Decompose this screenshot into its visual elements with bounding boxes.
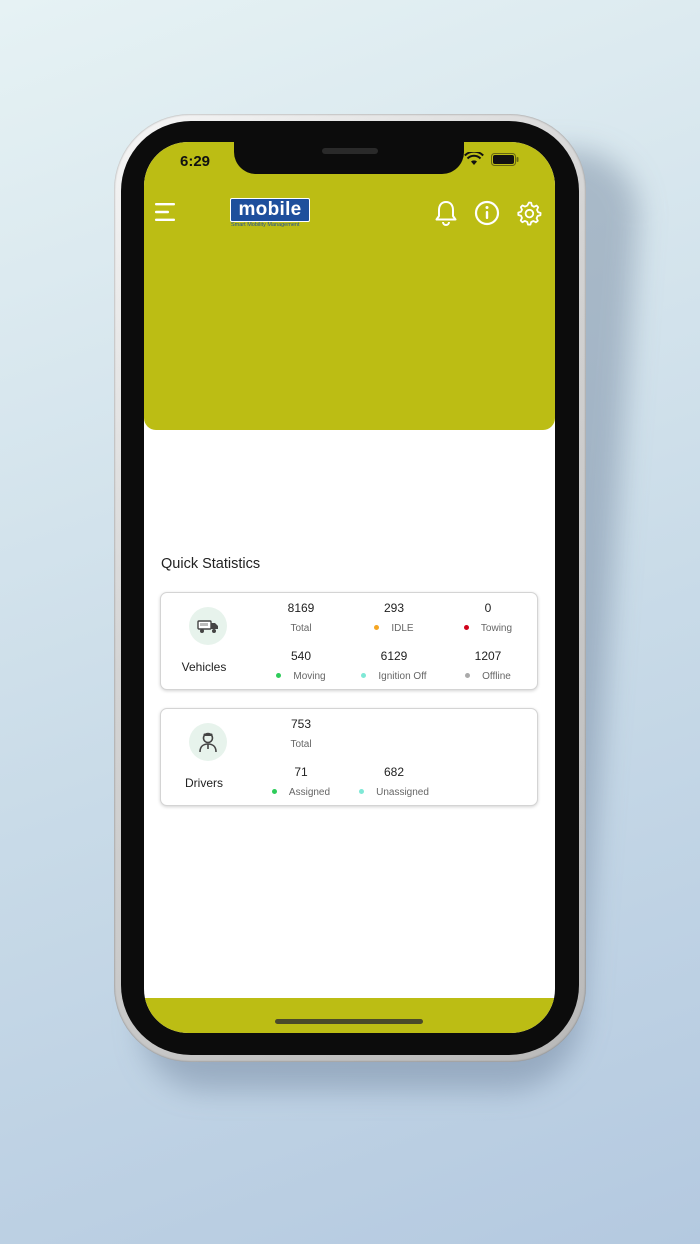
vehicles-towing-stat[interactable]: 0 Towing — [443, 601, 533, 634]
stat-label: Total — [290, 623, 312, 634]
drivers-total-stat[interactable]: 753 Total — [256, 717, 346, 750]
towing-status-dot — [463, 624, 469, 630]
stat-label: Offline — [482, 671, 511, 682]
header-band — [144, 142, 555, 430]
stat-value: 682 — [383, 765, 405, 779]
notch — [234, 142, 464, 174]
unassigned-status-dot — [359, 788, 365, 794]
stat-label: Assigned — [288, 787, 331, 798]
stat-label: IDLE — [391, 623, 414, 634]
assigned-status-dot — [271, 788, 277, 794]
stat-value: 0 — [484, 601, 492, 615]
stat-value: 293 — [383, 601, 405, 615]
vehicles-label: Vehicles — [181, 660, 227, 674]
speaker — [322, 148, 378, 154]
moving-status-dot — [276, 672, 282, 678]
gear-icon[interactable] — [516, 200, 542, 231]
drivers-card[interactable]: Drivers 753 Total 71 Assigned 682 Unassi… — [160, 708, 538, 806]
vehicle-icon-circle — [189, 607, 227, 645]
stat-label: Moving — [293, 671, 326, 682]
home-indicator[interactable] — [275, 1019, 423, 1024]
stat-value: 540 — [290, 649, 312, 663]
stat-value: 753 — [290, 717, 312, 731]
info-icon[interactable] — [474, 200, 500, 231]
driver-icon — [199, 732, 217, 753]
stat-value: 1207 — [474, 649, 502, 663]
wifi-icon — [464, 150, 484, 171]
idle-status-dot — [374, 624, 380, 630]
drivers-unassigned-stat[interactable]: 682 Unassigned — [349, 765, 439, 798]
drivers-assigned-stat[interactable]: 71 Assigned — [256, 765, 346, 798]
status-time: 6:29 — [180, 153, 211, 170]
stat-label: Unassigned — [376, 787, 429, 798]
vehicles-moving-stat[interactable]: 540 Moving — [256, 649, 346, 682]
app-logo: mobile Smart Mobility Management — [230, 198, 310, 230]
truck-icon — [197, 620, 218, 633]
app-screen: 6:29 mobile Smart Mobility Management Qu… — [144, 142, 555, 1033]
bell-icon[interactable] — [434, 200, 458, 231]
vehicles-idle-stat[interactable]: 293 IDLE — [349, 601, 439, 634]
bottom-band — [144, 998, 555, 1033]
ignition-off-status-dot — [361, 672, 367, 678]
stat-label: Total — [290, 739, 312, 750]
menu-icon[interactable] — [155, 202, 179, 227]
vehicles-total-stat[interactable]: 8169 Total — [256, 601, 346, 634]
vehicles-offline-stat[interactable]: 1207 Offline — [443, 649, 533, 682]
logo-tagline: Smart Mobility Management — [231, 222, 300, 228]
driver-icon-circle — [189, 723, 227, 761]
stat-label: Towing — [480, 623, 513, 634]
stat-value: 71 — [294, 765, 308, 779]
offline-status-dot — [465, 672, 471, 678]
stat-value: 6129 — [380, 649, 408, 663]
vehicles-ignition-off-stat[interactable]: 6129 Ignition Off — [349, 649, 439, 682]
battery-icon — [491, 153, 519, 171]
stat-value: 8169 — [287, 601, 315, 615]
vehicles-card[interactable]: Vehicles 8169 Total 293 IDLE 0 Towing 54… — [160, 592, 538, 690]
stat-label: Ignition Off — [378, 671, 427, 682]
quick-statistics-title: Quick Statistics — [161, 556, 261, 572]
drivers-label: Drivers — [185, 776, 223, 790]
logo-text: mobile — [230, 198, 310, 222]
